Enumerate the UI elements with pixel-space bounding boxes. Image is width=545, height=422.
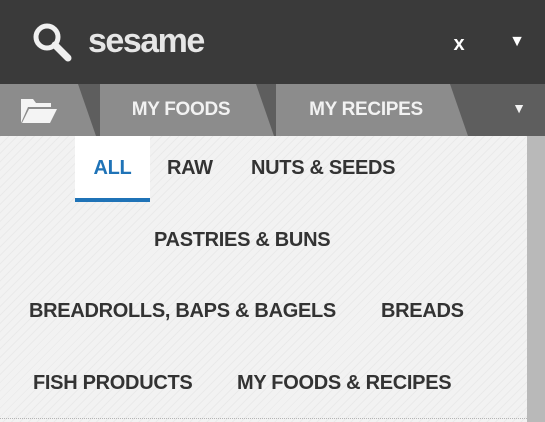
tab-my-recipes-label[interactable]: MY RECIPES bbox=[294, 84, 438, 136]
category-panel: ALL RAW NUTS & SEEDS PASTRIES & BUNS BRE… bbox=[0, 136, 527, 422]
category-breads[interactable]: BREADS bbox=[381, 293, 464, 329]
tab-bar: MY FOODS MY RECIPES ▼ bbox=[0, 84, 545, 136]
search-icon[interactable] bbox=[30, 20, 74, 64]
search-input[interactable]: sesame bbox=[88, 19, 205, 63]
category-my-foods-recipes[interactable]: MY FOODS & RECIPES bbox=[237, 365, 452, 401]
clear-search-button[interactable]: x bbox=[445, 25, 473, 63]
scrollbar[interactable] bbox=[527, 136, 545, 422]
category-all[interactable]: ALL bbox=[75, 136, 150, 202]
chevron-down-icon[interactable]: ▼ bbox=[504, 27, 530, 57]
tab-my-foods-label[interactable]: MY FOODS bbox=[118, 84, 244, 136]
category-pastries-buns[interactable]: PASTRIES & BUNS bbox=[154, 222, 331, 258]
category-nuts-seeds[interactable]: NUTS & SEEDS bbox=[251, 150, 396, 186]
tab-shapes bbox=[0, 84, 468, 136]
chevron-down-icon[interactable]: ▼ bbox=[507, 94, 531, 122]
category-breadrolls-baps-bagels[interactable]: BREADROLLS, BAPS & BAGELS bbox=[29, 293, 336, 329]
panel-divider bbox=[0, 418, 527, 419]
search-bar: sesame x ▼ bbox=[0, 0, 545, 84]
folder-open-icon[interactable] bbox=[20, 96, 58, 124]
category-raw[interactable]: RAW bbox=[167, 150, 213, 186]
active-tab-indicator bbox=[75, 198, 150, 202]
category-label: ALL bbox=[93, 157, 132, 179]
category-fish-products[interactable]: FISH PRODUCTS bbox=[33, 365, 193, 401]
